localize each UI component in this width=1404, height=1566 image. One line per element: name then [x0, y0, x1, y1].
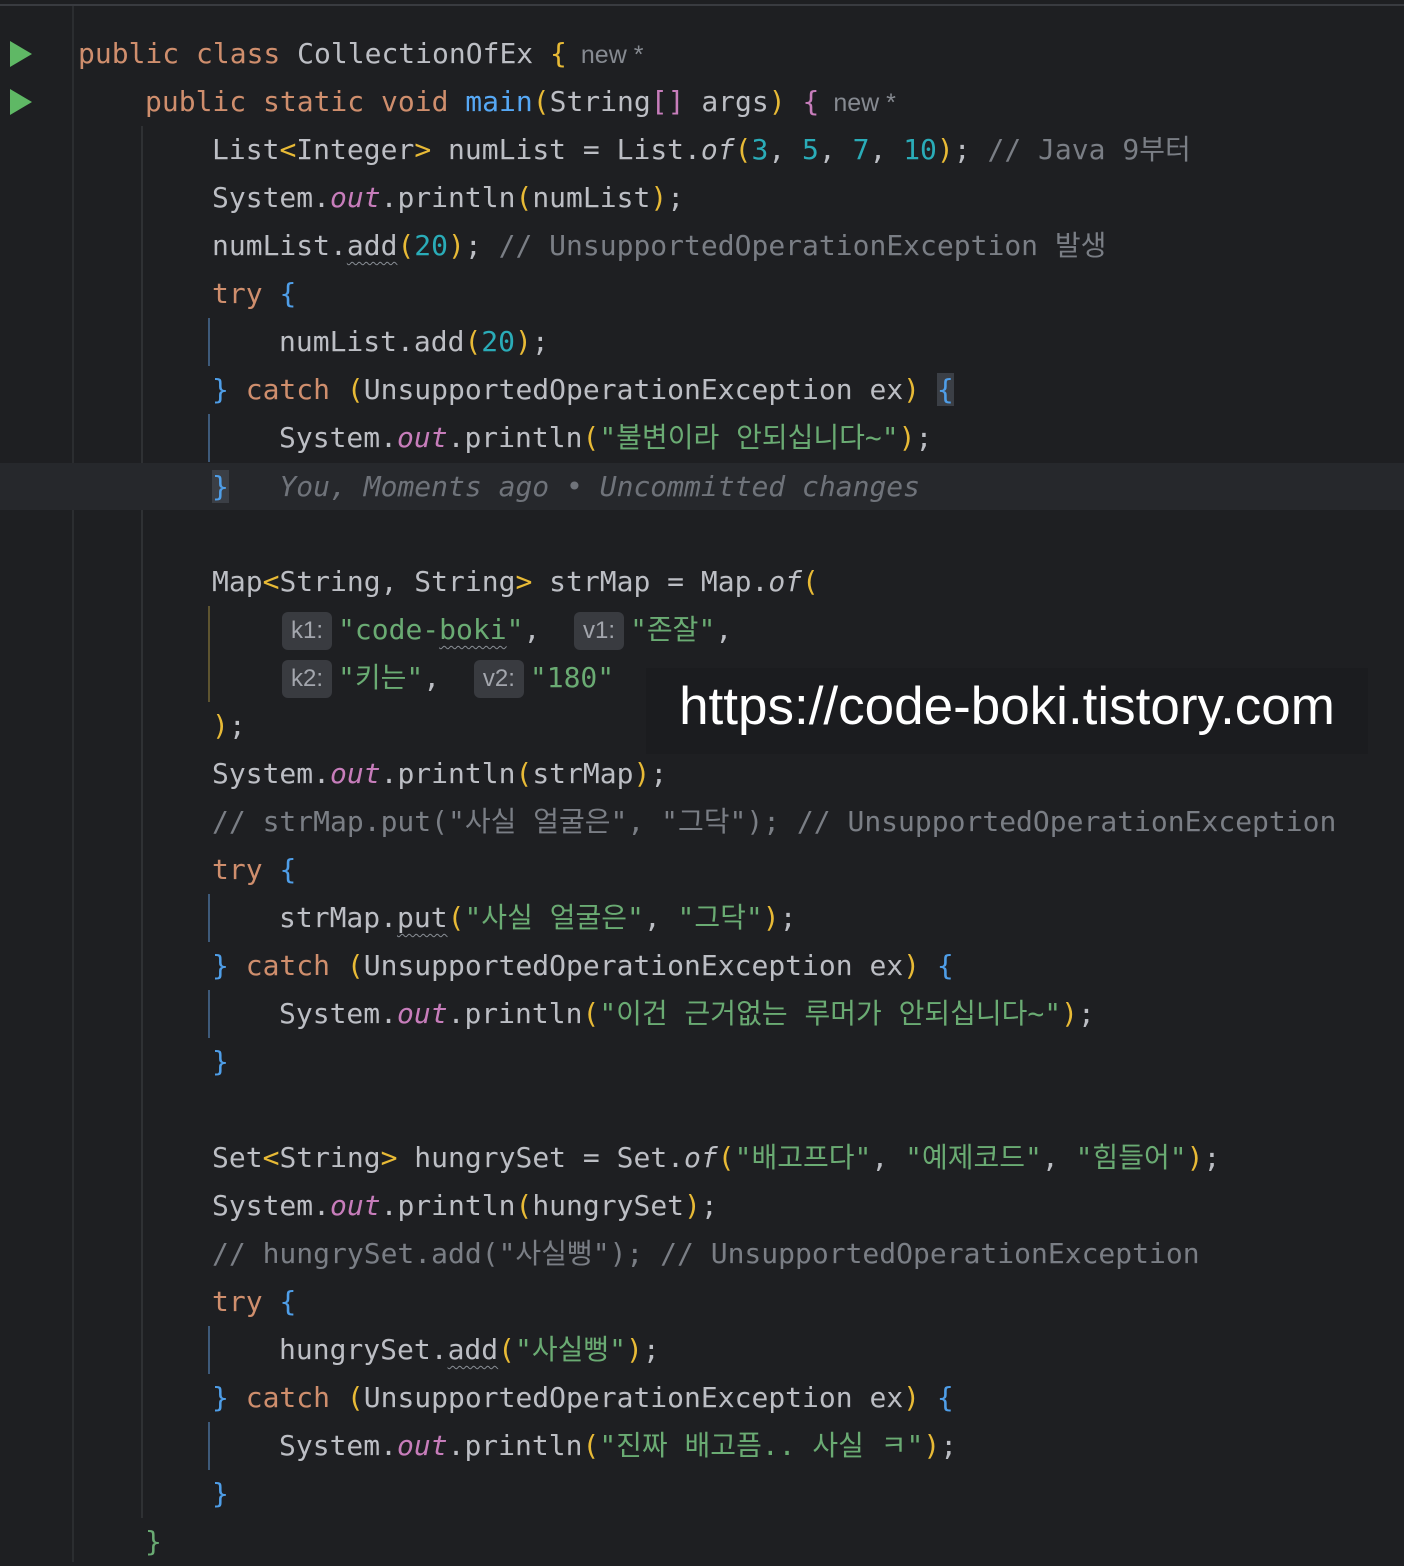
string-literal: "배고프다"	[734, 1141, 872, 1174]
code-line[interactable]: System.out.println("이건 근거없는 루머가 안되십니다~")…	[279, 990, 1095, 1038]
code-line[interactable]: try {	[212, 1278, 296, 1326]
code-line[interactable]: Set<String> hungrySet = Set.of("배고프다", "…	[212, 1134, 1220, 1182]
code-line[interactable]: try {	[212, 846, 296, 894]
param-hint: k1:	[282, 612, 333, 650]
catch-block-bar-2	[208, 990, 210, 1038]
code-line[interactable]: try {	[212, 270, 296, 318]
new-hint: new *	[833, 89, 896, 117]
string-literal: "180"	[529, 661, 615, 694]
code-line[interactable]: }	[145, 1518, 162, 1566]
blog-url-watermark: https://code-boki.tistory.com	[646, 668, 1368, 754]
try-block-bar-2	[208, 894, 210, 942]
code-line[interactable]: Map<String, String> strMap = Map.of(	[212, 558, 819, 606]
string-literal: "힘들어"	[1075, 1141, 1187, 1174]
string-literal-typo: boki	[439, 613, 507, 646]
string-literal: "사실뻥"	[515, 1333, 627, 1366]
string-literal: "code-	[338, 613, 440, 646]
code-line[interactable]: strMap.put("사실 얼굴은", "그닥");	[279, 894, 797, 942]
code-line[interactable]: );	[212, 702, 246, 750]
class-name: CollectionOfEx	[297, 37, 534, 70]
code-line[interactable]: numList.add(20);	[279, 318, 549, 366]
code-line[interactable]: List<Integer> numList = List.of(3, 5, 7,…	[212, 126, 1191, 174]
catch-block-bar-3	[208, 1422, 210, 1470]
comment: // UnsupportedOperationException 발생	[498, 229, 1107, 262]
comment: // hungrySet.add("사실뻥"); // UnsupportedO…	[212, 1237, 1200, 1270]
editor-top-border	[0, 4, 1404, 6]
run-main-icon[interactable]	[10, 89, 32, 115]
string-literal: "예제코드"	[905, 1141, 1042, 1174]
param-hint: v1:	[574, 612, 625, 650]
string-literal: "불변이라 안되십니다~"	[599, 421, 899, 454]
try-block-bar-3	[208, 1326, 210, 1374]
code-line[interactable]: } catch (UnsupportedOperationException e…	[212, 942, 954, 990]
code-line[interactable]: numList.add(20); // UnsupportedOperation…	[212, 222, 1106, 270]
code-line[interactable]: System.out.println(strMap);	[212, 750, 667, 798]
try-block-bar-1	[208, 318, 210, 366]
string-literal: "그닥"	[677, 901, 763, 934]
code-line[interactable]: } catch (UnsupportedOperationException e…	[212, 1374, 954, 1422]
gutter-border	[72, 6, 74, 1562]
code-line[interactable]: } catch (UnsupportedOperationException e…	[212, 366, 954, 414]
code-line[interactable]: System.out.println("불변이라 안되십니다~");	[279, 414, 932, 462]
git-blame-annotation: You, Moments ago • Uncommitted changes	[279, 470, 921, 503]
string-literal: "존잘"	[630, 613, 716, 646]
string-literal: "이건 근거없는 루머가 안되십니다~"	[599, 997, 1062, 1030]
code-line[interactable]: }	[212, 1038, 229, 1086]
new-hint: new *	[580, 41, 644, 69]
code-line[interactable]: } You, Moments ago • Uncommitted changes	[212, 463, 920, 511]
string-literal: "키는"	[338, 661, 424, 694]
code-line[interactable]: }	[212, 1470, 229, 1518]
indent-guide	[141, 126, 143, 1518]
param-hint: v2:	[473, 660, 524, 698]
code-line[interactable]: // hungrySet.add("사실뻥"); // UnsupportedO…	[212, 1230, 1200, 1278]
comment: // strMap.put("사실 얼굴은", "그닥"); // Unsupp…	[212, 805, 1337, 838]
comment: // Java 9부터	[987, 133, 1191, 166]
method-name: main	[465, 85, 533, 118]
string-literal: "	[506, 613, 524, 646]
param-hint: k2:	[282, 660, 333, 698]
code-line[interactable]: System.out.println(numList);	[212, 174, 684, 222]
string-literal: "사실 얼굴은"	[464, 901, 644, 934]
code-line[interactable]: public static void main(String[] args) {…	[145, 78, 896, 126]
code-line[interactable]: public class CollectionOfEx {new *	[78, 30, 643, 78]
code-line[interactable]: System.out.println(hungrySet);	[212, 1182, 718, 1230]
code-line[interactable]: System.out.println("진짜 배고픔.. 사실 ㅋ");	[279, 1422, 957, 1470]
catch-block-bar-1	[208, 414, 210, 462]
string-literal: "진짜 배고픔.. 사실 ㅋ"	[599, 1429, 924, 1462]
code-line[interactable]: k2: "키는", v2: "180"	[282, 654, 614, 702]
map-args-bar	[208, 606, 210, 702]
code-line[interactable]: k1: "code-boki", v1: "존잘",	[282, 606, 732, 654]
run-class-icon[interactable]	[10, 41, 32, 67]
code-line[interactable]: hungrySet.add("사실뻥");	[279, 1326, 660, 1374]
code-line[interactable]: // strMap.put("사실 얼굴은", "그닥"); // Unsupp…	[212, 798, 1336, 846]
